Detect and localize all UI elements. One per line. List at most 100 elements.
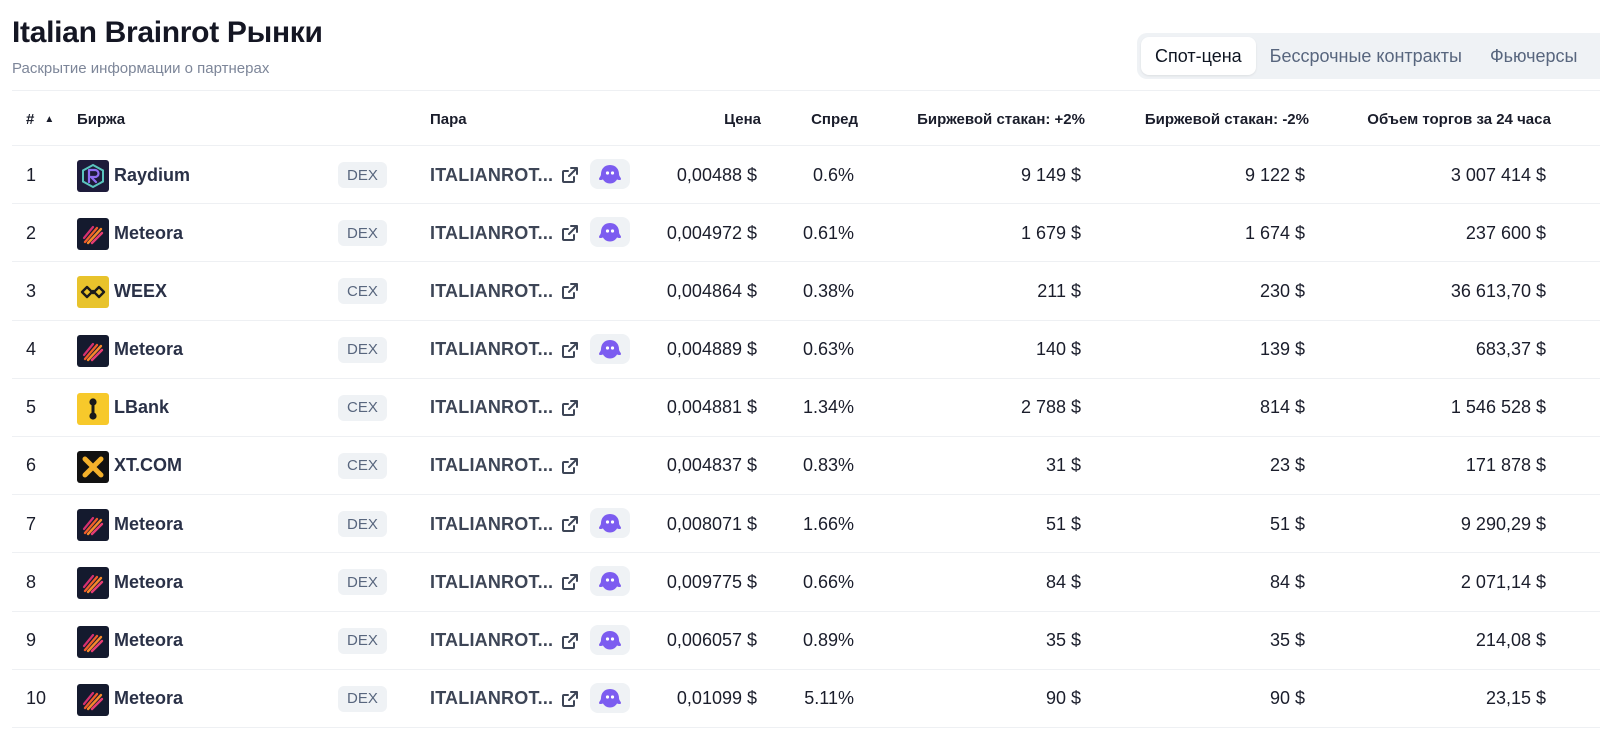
depth-minus-cell: 90 $ — [1269, 688, 1305, 709]
market-type-tabs: Спот-цена Бессрочные контракты Фьючерсы — [1137, 33, 1600, 79]
col-num-header[interactable]: # ▲ — [26, 91, 54, 147]
pair-link[interactable]: ITALIANROT... — [430, 612, 553, 670]
tab-futures[interactable]: Фьючерсы — [1476, 37, 1592, 75]
exchange-name-link[interactable]: Meteora — [114, 670, 183, 728]
row-rank: 5 — [26, 397, 37, 418]
volume-cell: 3 007 414 $ — [1450, 164, 1546, 185]
exchange-type-badge: DEX — [338, 627, 387, 654]
ghost-pool-icon — [599, 630, 621, 649]
spread-cell: 0.38% — [802, 280, 854, 301]
volume-cell: 2 071,14 $ — [1460, 571, 1546, 592]
col-exchange-header[interactable]: Биржа — [77, 91, 125, 147]
pool-info-button[interactable] — [590, 624, 630, 655]
external-link-icon[interactable] — [560, 572, 580, 592]
table-row[interactable]: 2 Meteora DEX ITALIANROT... 0,004972 $ 0.61% 1… — [12, 204, 1600, 263]
exchange-type-badge: DEX — [338, 162, 387, 188]
pair-link[interactable]: ITALIANROT... — [430, 204, 553, 262]
pair-link[interactable]: ITALIANROT... — [430, 437, 553, 495]
pool-info-button[interactable] — [590, 508, 630, 539]
pair-link[interactable]: ITALIANROT... — [430, 262, 553, 320]
external-link-icon[interactable] — [560, 340, 580, 360]
table-row[interactable]: 3 WEEX CEX ITALIANROT... 0,004864 $ 0.38% 211 … — [12, 262, 1600, 321]
depth-minus-cell: 1 674 $ — [1244, 222, 1305, 243]
external-link-icon[interactable] — [560, 165, 580, 185]
external-link-icon[interactable] — [560, 631, 580, 651]
table-row[interactable]: 9 Meteora DEX ITALIANROT... 0,006057 $ 0.89% 3… — [12, 612, 1600, 670]
pool-info-button[interactable] — [590, 682, 630, 713]
row-rank: 6 — [26, 455, 37, 476]
col-pair-header[interactable]: Пара — [430, 91, 467, 147]
table-row[interactable]: 1 Raydium DEX ITALIANROT... 0,00488 $ 0.6% 9 1… — [12, 146, 1600, 205]
exchange-name-link[interactable]: XT.COM — [114, 437, 182, 495]
depth-plus-cell: 35 $ — [1045, 630, 1081, 650]
exchange-name-link[interactable]: Meteora — [114, 612, 183, 670]
spread-cell: 1.66% — [802, 513, 854, 534]
depth-minus-cell: 35 $ — [1269, 630, 1305, 650]
meteora-logo-icon — [77, 509, 109, 542]
pair-link[interactable]: ITALIANROT... — [430, 379, 553, 437]
volume-cell: 171 878 $ — [1465, 455, 1546, 476]
table-row[interactable]: 8 Meteora DEX ITALIANROT... 0,009775 $ 0.66% 8… — [12, 553, 1600, 612]
external-link-icon[interactable] — [560, 514, 580, 534]
exchange-type-badge: DEX — [338, 569, 387, 596]
col-volume-header[interactable]: Объем торгов за 24 часа — [1367, 91, 1551, 147]
external-link-icon[interactable] — [560, 223, 580, 243]
exchange-name-link[interactable]: Meteora — [114, 495, 183, 553]
exchange-name-link[interactable]: WEEX — [114, 262, 167, 320]
pair-link[interactable]: ITALIANROT... — [430, 553, 553, 611]
table-row[interactable]: 4 Meteora DEX ITALIANROT... 0,004889 $ 0.63% 1… — [12, 321, 1600, 379]
pool-info-button[interactable] — [590, 333, 630, 364]
sort-asc-icon[interactable]: ▲ — [44, 114, 54, 125]
price-cell: 0,00488 $ — [676, 164, 757, 185]
exchange-type-badge: CEX — [338, 394, 387, 421]
depth-plus-cell: 31 $ — [1045, 455, 1081, 476]
row-rank: 3 — [26, 280, 37, 301]
exchange-type-badge: DEX — [338, 511, 387, 538]
depth-plus-cell: 90 $ — [1045, 688, 1081, 709]
pool-info-button[interactable] — [590, 217, 630, 248]
ghost-pool-icon — [599, 514, 621, 533]
raydium-logo-icon — [77, 160, 109, 192]
pair-link[interactable]: ITALIANROT... — [430, 146, 553, 204]
price-cell: 0,004837 $ — [666, 455, 757, 476]
page-subtitle[interactable]: Раскрытие информации о партнерах — [12, 60, 269, 77]
table-row[interactable]: 7 Meteora DEX ITALIANROT... 0,008071 $ 1.66% 5… — [12, 495, 1600, 554]
ghost-pool-icon — [599, 223, 621, 242]
col-price-header[interactable]: Цена — [724, 91, 761, 147]
external-link-icon[interactable] — [560, 281, 580, 301]
volume-cell: 683,37 $ — [1475, 339, 1546, 360]
depth-minus-cell: 230 $ — [1259, 280, 1305, 301]
col-depth-minus-header[interactable]: Биржевой стакан: -2% — [1145, 91, 1309, 147]
table-row[interactable]: 5 LBank CEX ITALIANROT... 0,004881 $ 1.34% 2 7… — [12, 379, 1600, 437]
table-row[interactable]: 6 XT.COM CEX ITALIANROT... 0,004837 $ 0.83% 31… — [12, 437, 1600, 496]
depth-minus-cell: 23 $ — [1269, 455, 1305, 476]
meteora-logo-icon — [77, 334, 109, 367]
ghost-pool-icon — [599, 572, 621, 591]
external-link-icon[interactable] — [560, 398, 580, 418]
exchange-name-link[interactable]: Meteora — [114, 204, 183, 262]
exchange-name-link[interactable]: Raydium — [114, 146, 190, 204]
pair-link[interactable]: ITALIANROT... — [430, 321, 553, 379]
pair-link[interactable]: ITALIANROT... — [430, 495, 553, 553]
pair-link[interactable]: ITALIANROT... — [430, 670, 553, 728]
volume-cell: 214,08 $ — [1475, 630, 1546, 650]
exchange-name-link[interactable]: LBank — [114, 379, 169, 437]
col-spread-header[interactable]: Спред — [811, 91, 858, 147]
pool-info-button[interactable] — [590, 159, 630, 189]
tab-perpetual[interactable]: Бессрочные контракты — [1256, 37, 1476, 75]
col-depth-plus-header[interactable]: Биржевой стакан: +2% — [917, 91, 1085, 147]
external-link-icon[interactable] — [560, 456, 580, 476]
depth-plus-cell: 140 $ — [1035, 339, 1081, 360]
table-row[interactable]: 10 Meteora DEX ITALIANROT... 0,01099 $ 5.11% 9… — [12, 670, 1600, 728]
pool-info-button[interactable] — [590, 566, 630, 597]
volume-cell: 9 290,29 $ — [1460, 513, 1546, 534]
exchange-name-link[interactable]: Meteora — [114, 553, 183, 611]
meteora-logo-icon — [77, 625, 109, 658]
tab-spot[interactable]: Спот-цена — [1141, 37, 1256, 75]
external-link-icon[interactable] — [560, 689, 580, 709]
exchange-name-link[interactable]: Meteora — [114, 321, 183, 379]
exchange-type-badge: DEX — [338, 336, 387, 363]
price-cell: 0,006057 $ — [666, 630, 757, 650]
depth-plus-cell: 211 $ — [1037, 280, 1081, 301]
spread-cell: 5.11% — [804, 688, 854, 709]
